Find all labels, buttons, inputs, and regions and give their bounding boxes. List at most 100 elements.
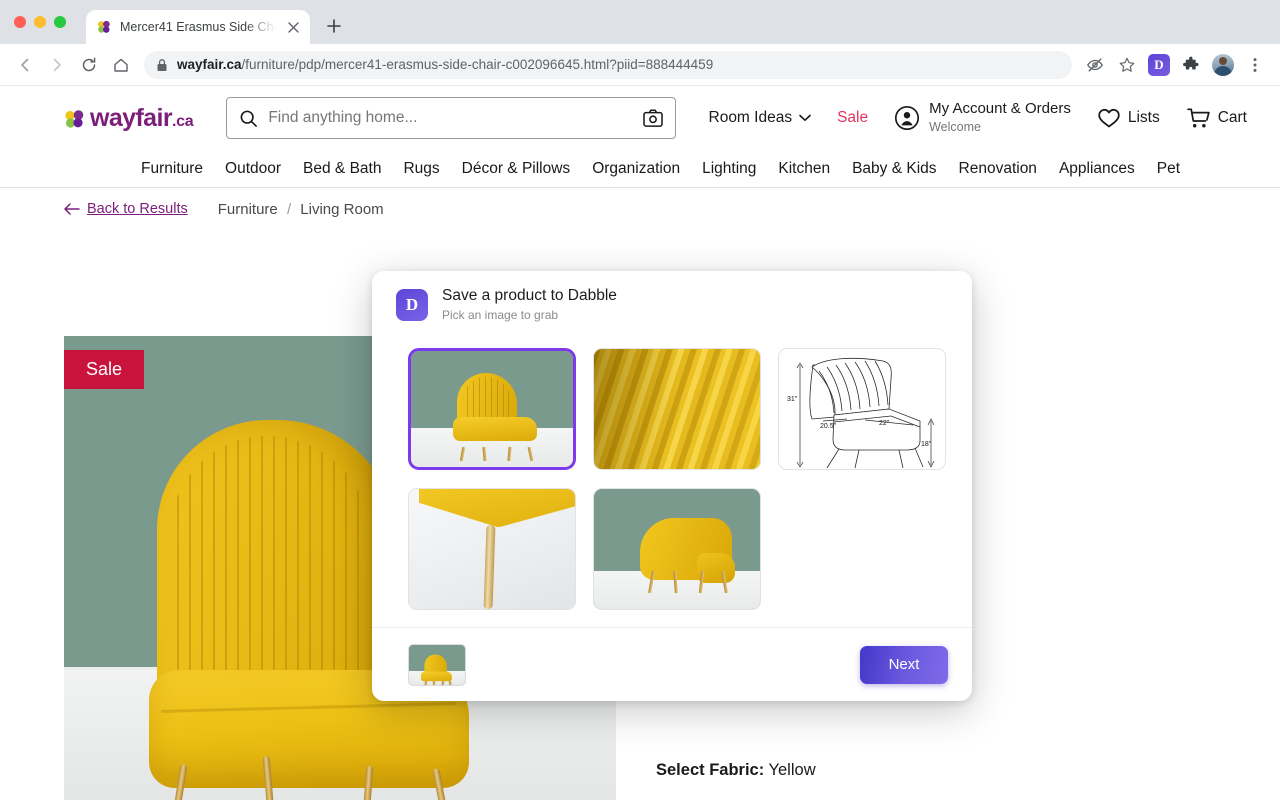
breadcrumb-row: Back to Results Furniture / Living Room (0, 188, 1280, 230)
room-ideas-menu[interactable]: Room Ideas (696, 109, 825, 127)
sale-badge: Sale (64, 350, 145, 389)
address-bar[interactable]: wayfair.ca/furniture/pdp/mercer41-erasmu… (144, 50, 1072, 79)
wayfair-favicon-icon (96, 19, 112, 35)
maximize-window-button[interactable] (54, 16, 66, 28)
lists-label: Lists (1127, 109, 1160, 126)
room-ideas-label: Room Ideas (708, 109, 793, 126)
search-icon (239, 109, 258, 128)
thumb-fabric-texture (594, 349, 760, 469)
site-search-bar[interactable] (226, 97, 677, 139)
nav-item-bed-bath[interactable]: Bed & Bath (292, 160, 392, 178)
puzzle-piece-icon[interactable] (1176, 50, 1206, 80)
modal-thumbnail-fabric-closeup[interactable] (593, 348, 761, 470)
chair-fluting (171, 436, 371, 701)
modal-thumbnail-chair-rear[interactable] (593, 488, 761, 610)
browser-toolbar: wayfair.ca/furniture/pdp/mercer41-erasmu… (0, 44, 1280, 86)
back-arrow-icon[interactable] (10, 50, 40, 80)
select-fabric-value: Yellow (768, 761, 816, 779)
nav-item-renovation[interactable]: Renovation (948, 160, 1048, 178)
modal-subtitle: Pick an image to grab (442, 308, 559, 322)
profile-avatar[interactable] (1212, 53, 1234, 76)
nav-item-furniture[interactable]: Furniture (130, 160, 214, 178)
next-button[interactable]: Next (860, 645, 948, 684)
dimension-drawing-icon: 31" 20.5" 22" 18" (787, 357, 935, 469)
lock-icon (156, 58, 168, 72)
new-tab-button[interactable] (320, 12, 348, 40)
svg-text:18": 18" (921, 441, 932, 448)
modal-header: D Save a product to Dabble Pick an image… (372, 271, 972, 332)
address-bar-domain: wayfair.ca (177, 57, 242, 72)
close-tab-icon[interactable] (284, 18, 302, 36)
minimize-window-button[interactable] (34, 16, 46, 28)
selected-image-preview[interactable] (408, 643, 466, 686)
search-input[interactable] (268, 109, 634, 127)
breadcrumb-item-living-room[interactable]: Living Room (300, 201, 383, 218)
svg-text:31": 31" (787, 396, 798, 403)
nav-item-appliances[interactable]: Appliances (1048, 160, 1146, 178)
forward-arrow-icon[interactable] (42, 50, 72, 80)
modal-thumbnail-dimension-diagram[interactable]: 31" 20.5" 22" 18" (778, 348, 946, 470)
nav-item-baby-kids[interactable]: Baby & Kids (841, 160, 947, 178)
select-fabric-label: Select Fabric: Yellow (656, 761, 816, 780)
modal-thumbnail-chair-front[interactable] (408, 348, 576, 470)
wayfair-domain-suffix: .ca (171, 112, 194, 130)
three-dot-menu-icon[interactable] (1240, 50, 1270, 80)
account-menu[interactable]: My Account & Orders Welcome (881, 100, 1084, 137)
nav-item-kitchen[interactable]: Kitchen (767, 160, 841, 178)
thumb-leg-closeup (409, 489, 575, 609)
modal-header-text: Save a product to Dabble Pick an image t… (442, 287, 617, 322)
browser-tab[interactable]: Mercer41 Erasmus Side Chair & (86, 10, 310, 44)
browser-tab-strip: Mercer41 Erasmus Side Chair & (0, 0, 1280, 44)
lists-link[interactable]: Lists (1084, 107, 1173, 129)
back-to-results-link[interactable]: Back to Results (64, 201, 188, 217)
browser-window: Mercer41 Erasmus Side Chair & (0, 0, 1280, 800)
select-fabric-title: Select Fabric: (656, 761, 765, 779)
home-icon[interactable] (106, 50, 136, 80)
nav-item-lighting[interactable]: Lighting (691, 160, 767, 178)
reload-icon[interactable] (74, 50, 104, 80)
account-text: My Account & Orders Welcome (929, 100, 1071, 137)
nav-item-rugs[interactable]: Rugs (392, 160, 450, 178)
address-bar-path: /furniture/pdp/mercer41-erasmus-side-cha… (241, 57, 714, 72)
cart-link[interactable]: Cart (1173, 107, 1260, 130)
modal-footer: Next (372, 627, 972, 701)
nav-item-decor-pillows[interactable]: Décor & Pillows (451, 160, 582, 178)
close-window-button[interactable] (14, 16, 26, 28)
camera-icon[interactable] (643, 109, 664, 127)
modal-title: Save a product to Dabble (442, 287, 617, 304)
page-content: wayfair .ca Room Ideas (0, 86, 1280, 800)
nav-item-pet[interactable]: Pet (1146, 160, 1191, 178)
sale-link[interactable]: Sale (824, 109, 881, 127)
toolbar-actions: D (1080, 50, 1270, 80)
nav-item-outdoor[interactable]: Outdoor (214, 160, 292, 178)
wayfair-logo[interactable]: wayfair .ca (64, 103, 194, 133)
thumb-diagram: 31" 20.5" 22" 18" (779, 349, 945, 469)
account-title: My Account & Orders (929, 99, 1071, 117)
cart-label: Cart (1217, 109, 1247, 126)
dabble-save-modal: D Save a product to Dabble Pick an image… (372, 271, 972, 701)
browser-tab-title: Mercer41 Erasmus Side Chair & (120, 20, 276, 34)
modal-image-grid: 31" 20.5" 22" 18" (372, 332, 972, 627)
svg-text:20.5": 20.5" (820, 423, 837, 430)
breadcrumb: Furniture / Living Room (218, 201, 384, 218)
nav-item-organization[interactable]: Organization (581, 160, 691, 178)
heart-icon (1097, 107, 1121, 129)
dabble-extension-icon[interactable]: D (1148, 53, 1170, 76)
breadcrumb-separator: / (286, 200, 292, 218)
chevron-down-icon (799, 114, 811, 122)
dabble-logo-icon: D (396, 288, 428, 321)
modal-thumbnail-leg-closeup[interactable] (408, 488, 576, 610)
svg-text:22": 22" (879, 420, 890, 427)
account-subtitle: Welcome (929, 120, 981, 134)
window-controls (12, 0, 74, 44)
header-links: Room Ideas Sale My Account & Orders Welc… (696, 100, 1261, 137)
star-icon[interactable] (1112, 50, 1142, 80)
address-bar-url: wayfair.ca/furniture/pdp/mercer41-erasmu… (177, 57, 713, 72)
thumb-leg-post (483, 524, 496, 609)
breadcrumb-item-furniture[interactable]: Furniture (218, 201, 278, 218)
wayfair-wordmark: wayfair (90, 103, 173, 132)
thumb-chair (453, 372, 539, 461)
wayfair-clover-icon (64, 109, 86, 129)
thumb-rear-scene (594, 489, 760, 609)
eye-off-icon[interactable] (1080, 50, 1110, 80)
